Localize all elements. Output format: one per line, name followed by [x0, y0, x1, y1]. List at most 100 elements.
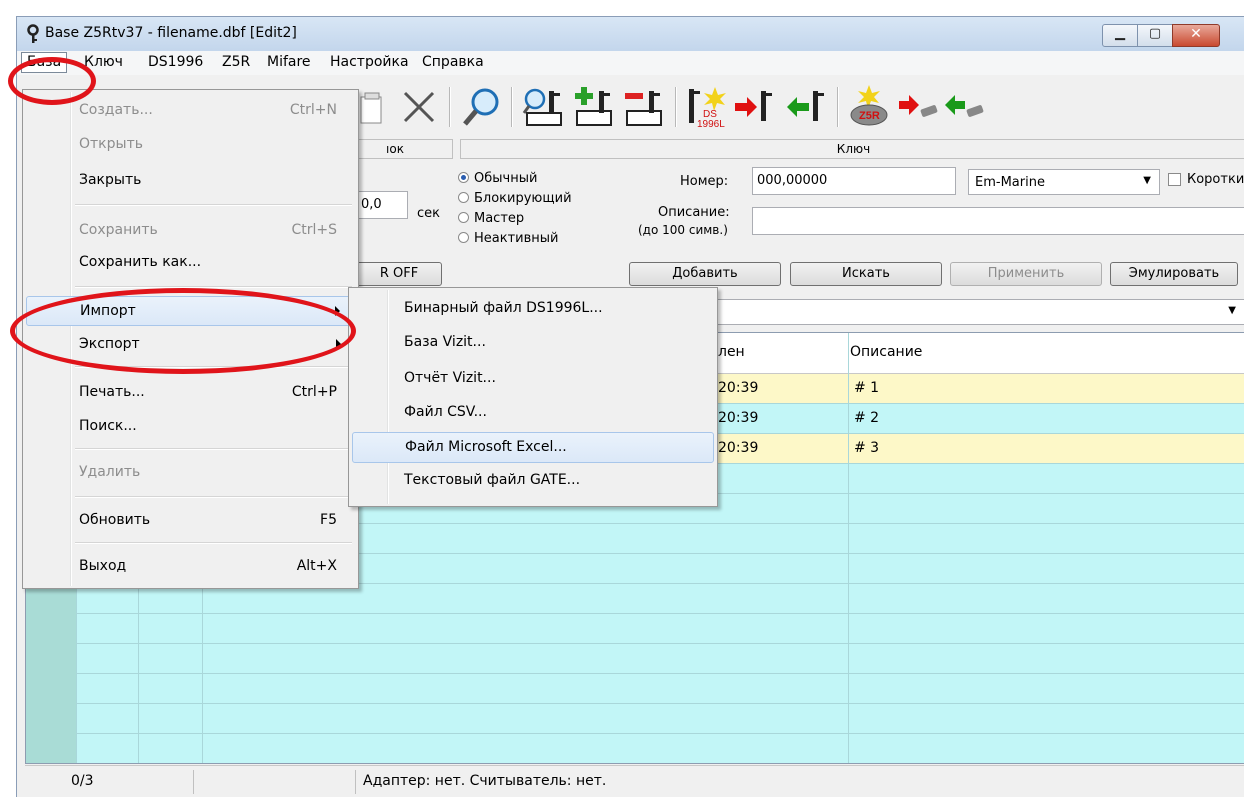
submenu-item-vizit-base[interactable]: База Vizit...: [352, 328, 714, 359]
menu-item-export[interactable]: Экспорт: [26, 330, 355, 360]
ds1996-icon[interactable]: DS 1996L: [685, 85, 729, 129]
menu-separator: [75, 542, 352, 544]
add-button[interactable]: Добавить: [629, 262, 781, 286]
submenu-item-label: База Vizit...: [404, 334, 486, 350]
menu-separator: [75, 366, 352, 368]
toolbar-separator: [675, 87, 677, 127]
radio-blocking[interactable]: Блокирующий: [458, 191, 572, 206]
radio-inactive-dot: [458, 232, 469, 243]
menu-item-label: Создать...: [79, 102, 153, 118]
menu-item-label: Экспорт: [79, 336, 140, 352]
menu-item-print[interactable]: Печать... Ctrl+P: [26, 378, 355, 408]
short-checkbox[interactable]: [1168, 173, 1181, 186]
read-chip-icon[interactable]: [943, 85, 987, 129]
close-button[interactable]: ✕: [1172, 24, 1220, 47]
emulate-button[interactable]: Эмулировать: [1110, 262, 1238, 286]
cell-changed: 20:39: [718, 380, 759, 396]
close-icon: ✕: [1190, 26, 1202, 42]
menu-mifare[interactable]: Mifare: [262, 54, 316, 70]
cell-description: # 3: [854, 440, 880, 456]
menu-item-label: Сохранить как...: [79, 254, 202, 270]
new-doc-icon[interactable]: [357, 85, 387, 129]
cell-changed: 20:39: [718, 410, 759, 426]
menu-item-shortcut: Ctrl+S: [291, 222, 337, 238]
z5r-icon[interactable]: Z5R: [847, 85, 891, 129]
filter-select[interactable]: ▼: [697, 299, 1244, 325]
apply-button[interactable]: Применить: [950, 262, 1102, 286]
status-bar: 0/3 Адаптер: нет. Считыватель: нет.: [25, 765, 1244, 797]
status-divider: [193, 770, 194, 794]
table-row: [26, 674, 1244, 704]
submenu-item-vizit-report[interactable]: Отчёт Vizit...: [352, 364, 714, 395]
menu-separator: [75, 448, 352, 450]
menu-item-exit[interactable]: Выход Alt+X: [26, 552, 355, 582]
table-row: [26, 704, 1244, 734]
menu-item-label: Выход: [79, 558, 127, 574]
table-row: [26, 734, 1244, 763]
add-key-icon[interactable]: [573, 85, 617, 129]
submenu-item-label: Текстовый файл GATE...: [404, 472, 581, 488]
maximize-button[interactable]: ▢: [1137, 24, 1173, 47]
remove-key-icon[interactable]: [623, 85, 667, 129]
minimize-button[interactable]: ▁: [1102, 24, 1138, 47]
radio-master-label: Мастер: [474, 211, 525, 226]
radio-master-dot: [458, 212, 469, 223]
key-description-input[interactable]: [752, 207, 1244, 235]
find-key-icon[interactable]: [521, 85, 565, 129]
menu-separator: [75, 496, 352, 498]
column-header-description[interactable]: Описание: [850, 344, 922, 360]
read-key-icon[interactable]: [785, 85, 829, 129]
menu-z5r[interactable]: Z5R: [217, 54, 255, 70]
key-type-select[interactable]: Em-Marine ▼: [968, 169, 1160, 195]
submenu-arrow-icon: [336, 339, 341, 349]
menu-spravka[interactable]: Справка: [417, 54, 489, 70]
menu-item-delete[interactable]: Удалить: [26, 458, 355, 488]
submenu-item-gate[interactable]: Текстовый файл GATE...: [352, 466, 714, 497]
menu-bar: База Ключ DS1996 Z5R Mifare Настройка Сп…: [17, 51, 1244, 76]
relay-off-button[interactable]: R OFF: [356, 262, 442, 286]
menu-item-save[interactable]: Сохранить Ctrl+S: [26, 216, 355, 246]
menu-item-close[interactable]: Закрыть: [26, 166, 355, 196]
key-type-value: Em-Marine: [975, 175, 1045, 190]
radio-inactive[interactable]: Неактивный: [458, 231, 559, 246]
menu-item-open[interactable]: Открыть: [26, 130, 355, 160]
radio-normal-dot: [458, 172, 469, 183]
menu-item-save-as[interactable]: Сохранить как...: [26, 248, 355, 278]
toolbar-separator: [449, 87, 451, 127]
open-time-field[interactable]: 0,0: [356, 191, 408, 219]
menu-item-shortcut: Ctrl+N: [289, 102, 337, 118]
submenu-item-excel[interactable]: Файл Microsoft Excel...: [352, 432, 714, 463]
menu-item-refresh[interactable]: Обновить F5: [26, 506, 355, 536]
menu-nastroyka[interactable]: Настройка: [325, 54, 414, 70]
submenu-item-csv[interactable]: Файл CSV...: [352, 398, 714, 429]
submenu-item-label: Файл CSV...: [404, 404, 487, 420]
radio-master[interactable]: Мастер: [458, 211, 524, 226]
menu-baza[interactable]: База: [21, 52, 68, 73]
radio-normal[interactable]: Обычный: [458, 171, 537, 186]
number-label: Номер:: [680, 174, 729, 189]
title-bar[interactable]: Base Z5Rtv37 - filename.dbf [Edit2] ▁ ▢ …: [17, 17, 1244, 51]
menu-item-create[interactable]: Создать... Ctrl+N: [26, 96, 355, 126]
write-chip-icon[interactable]: [897, 85, 941, 129]
menu-ds1996[interactable]: DS1996: [143, 54, 208, 70]
window-title: Base Z5Rtv37 - filename.dbf [Edit2]: [45, 25, 297, 41]
import-submenu: Бинарный файл DS1996L... База Vizit... О…: [348, 287, 718, 507]
column-header-changed[interactable]: лен: [718, 344, 745, 360]
key-number-input[interactable]: 000,00000: [752, 167, 956, 195]
ds1996-icon-label: 1996L: [697, 119, 725, 129]
menu-item-import[interactable]: Импорт: [26, 296, 355, 326]
menu-item-label: Удалить: [79, 464, 141, 480]
description-label: Описание:: [658, 205, 730, 220]
chevron-down-icon: ▼: [1228, 305, 1236, 316]
submenu-item-ds1996l[interactable]: Бинарный файл DS1996L...: [352, 294, 714, 325]
write-key-icon[interactable]: [733, 85, 777, 129]
find-button[interactable]: Искать: [790, 262, 942, 286]
delete-icon[interactable]: [397, 85, 441, 129]
z5r-icon-label: Z5R: [859, 110, 880, 122]
menu-item-search[interactable]: Поиск...: [26, 412, 355, 442]
submenu-item-label: Файл Microsoft Excel...: [405, 439, 567, 455]
menu-separator: [75, 204, 352, 206]
column-divider: [848, 333, 849, 763]
search-icon[interactable]: [459, 85, 503, 129]
menu-klyuch[interactable]: Ключ: [79, 54, 128, 70]
